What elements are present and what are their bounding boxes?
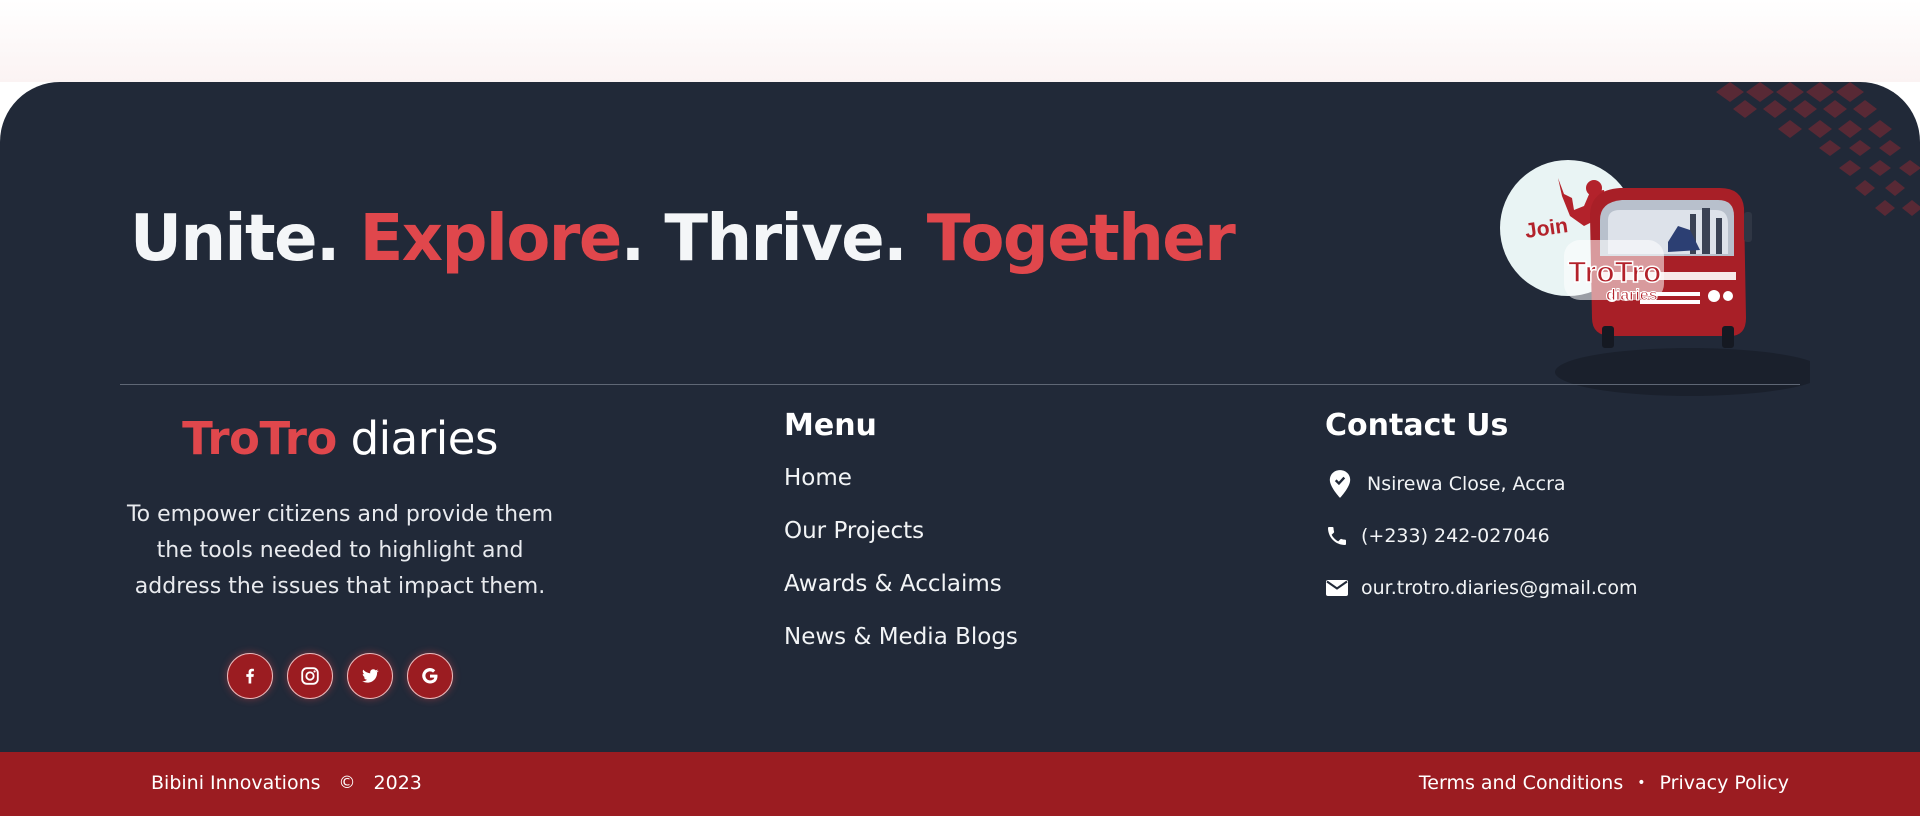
facebook-button[interactable] — [227, 653, 273, 699]
menu-item-home[interactable]: Home — [784, 463, 1018, 516]
instagram-icon — [301, 667, 319, 685]
menu-item-news-media-blogs[interactable]: News & Media Blogs — [784, 622, 1018, 675]
facebook-icon — [246, 668, 254, 684]
copyright-icon: © — [338, 773, 356, 793]
privacy-link[interactable]: Privacy Policy — [1660, 772, 1789, 794]
footer-divider — [120, 384, 1800, 385]
menu-title: Menu — [784, 408, 877, 443]
social-links — [90, 653, 590, 699]
contact-title: Contact Us — [1325, 408, 1509, 443]
phone-icon — [1328, 527, 1346, 545]
menu-item-our-projects[interactable]: Our Projects — [784, 516, 1018, 569]
tagline-part-unite: Unite. — [130, 202, 360, 276]
contact-address-text: Nsirewa Close, Accra — [1367, 473, 1566, 495]
page-top-strip — [0, 0, 1920, 82]
tagline-part-together: Together — [926, 202, 1236, 276]
legal-links: Terms and Conditions • Privacy Policy — [1419, 772, 1789, 794]
copyright: Bibini Innovations © 2023 — [151, 772, 422, 794]
contact-phone-text[interactable]: (+233) 242-027046 — [1361, 525, 1550, 547]
twitter-button[interactable] — [347, 653, 393, 699]
brand-name-accent: TroTro — [182, 412, 337, 465]
location-pin-icon — [1329, 470, 1351, 498]
mail-icon — [1326, 580, 1348, 596]
tagline-part-thrive: . Thrive. — [620, 202, 927, 276]
google-button[interactable] — [407, 653, 453, 699]
site-footer: Unite. Explore. Thrive. Together Join Tr… — [0, 82, 1920, 752]
svg-text:diaries: diaries — [1606, 287, 1658, 304]
footer-tagline: Unite. Explore. Thrive. Together — [130, 202, 1236, 276]
contact-phone: (+233) 242-027046 — [1325, 521, 1725, 551]
twitter-icon — [362, 669, 379, 683]
company-name: Bibini Innovations — [151, 772, 321, 794]
brand-column: TroTro diaries To empower citizens and p… — [90, 412, 590, 699]
menu-list: Home Our Projects Awards & Acclaims News… — [784, 463, 1018, 675]
contact-email: our.trotro.diaries@gmail.com — [1325, 573, 1725, 603]
menu-column: Menu Home Our Projects Awards & Acclaims… — [784, 408, 1018, 675]
tagline-part-explore: Explore — [359, 202, 623, 276]
mission-statement: To empower citizens and provide them the… — [126, 502, 554, 599]
bottom-bar: Bibini Innovations © 2023 Terms and Cond… — [0, 752, 1920, 816]
join-trotro-logo: Join TroTro diaries — [1500, 160, 1810, 396]
contact-column: Contact Us Nsirewa Close, Accra (+233) 2… — [1325, 408, 1725, 603]
menu-item-awards-acclaims[interactable]: Awards & Acclaims — [784, 569, 1018, 622]
footer-brand-name: TroTro diaries — [90, 412, 590, 465]
contact-email-text[interactable]: our.trotro.diaries@gmail.com — [1361, 577, 1637, 599]
separator-dot: • — [1637, 775, 1646, 791]
terms-link[interactable]: Terms and Conditions — [1419, 772, 1623, 794]
google-icon — [422, 668, 438, 684]
instagram-button[interactable] — [287, 653, 333, 699]
svg-text:TroTro: TroTro — [1568, 256, 1661, 289]
contact-address: Nsirewa Close, Accra — [1325, 469, 1725, 499]
brand-name-rest: diaries — [336, 412, 499, 465]
copyright-year: 2023 — [373, 772, 422, 794]
